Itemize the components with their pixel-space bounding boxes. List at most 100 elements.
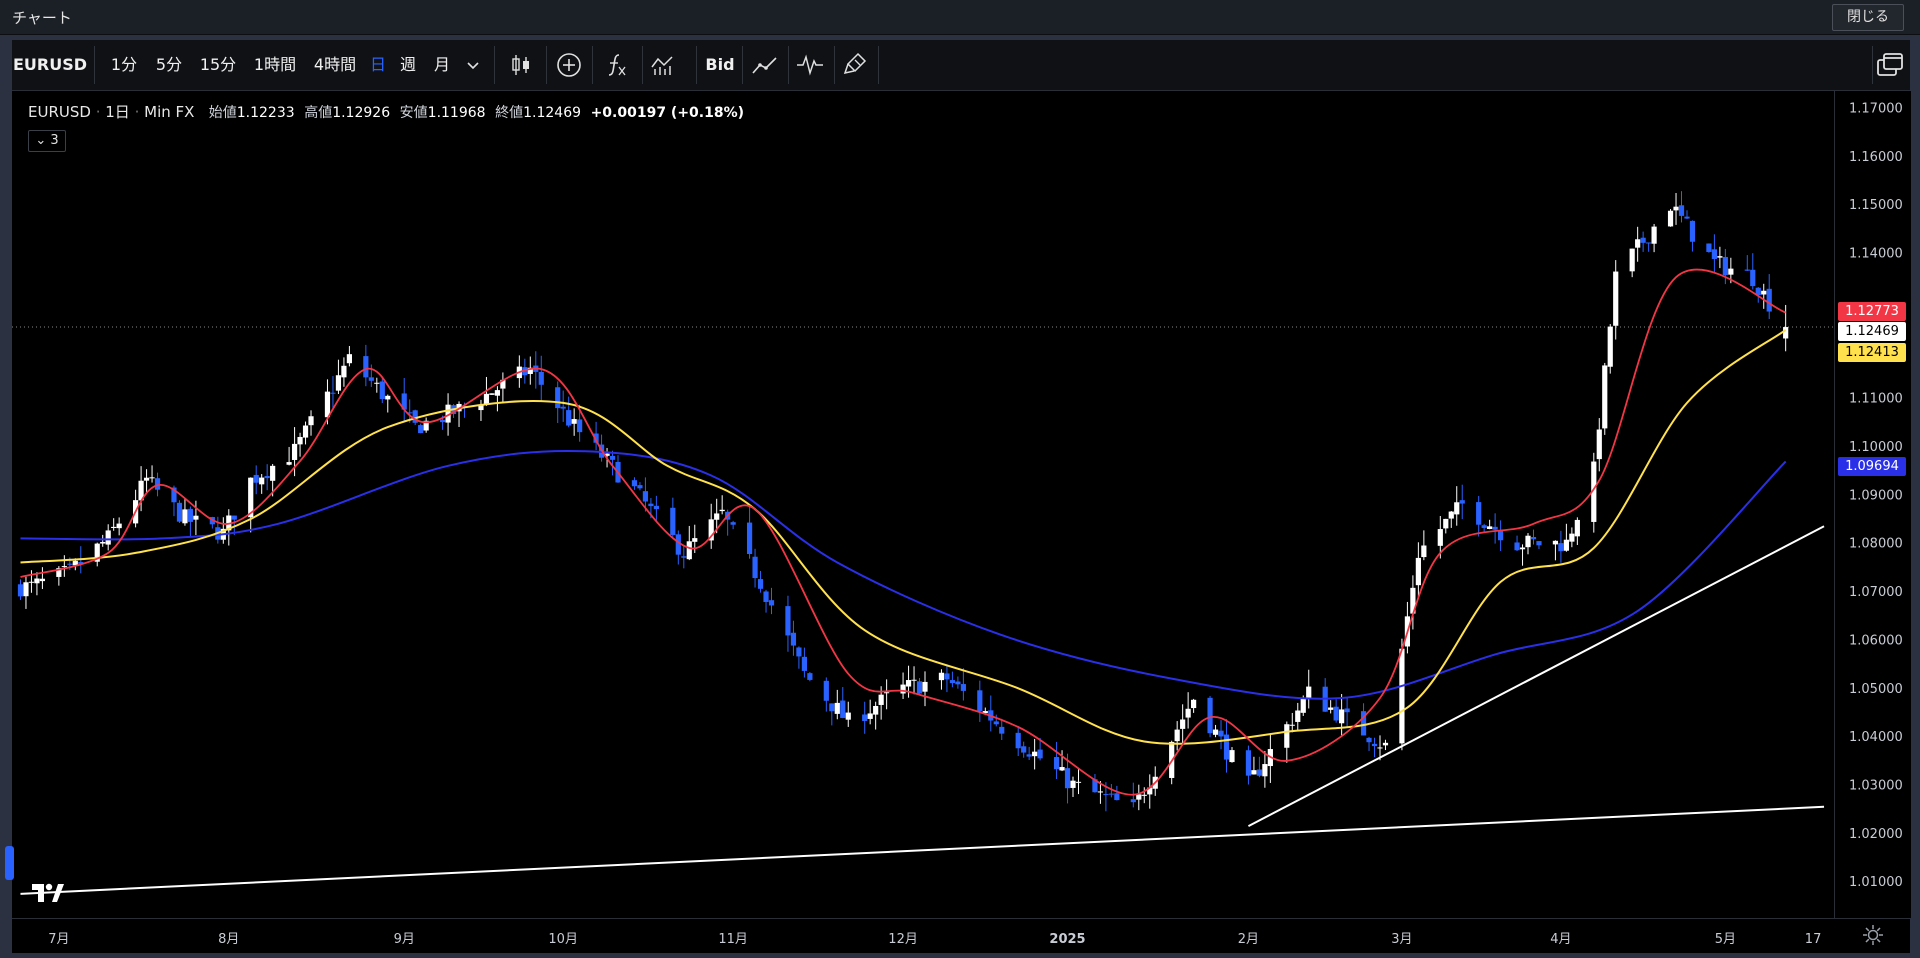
candle-up	[1651, 223, 1657, 253]
candle-body	[730, 522, 736, 525]
price-axis-tick: 1.04000	[1849, 730, 1903, 745]
settings-gear-icon[interactable]	[1862, 924, 1884, 946]
candle-body	[231, 515, 237, 520]
candle-body	[1015, 732, 1021, 749]
time-axis-tick: 3月	[1391, 932, 1412, 947]
candle-down	[637, 482, 643, 491]
candle-body	[1459, 500, 1465, 504]
candle-body	[1262, 764, 1268, 777]
candle-body	[823, 680, 829, 701]
candle-body	[1284, 724, 1290, 748]
candle-body	[193, 515, 199, 520]
price-axis-tick: 1.10000	[1849, 440, 1903, 455]
candle-down	[1092, 774, 1098, 793]
candle-body	[34, 578, 40, 584]
candle-down	[916, 677, 923, 694]
candle-body	[385, 395, 391, 400]
candle-body	[1437, 529, 1443, 546]
candle-up	[1421, 530, 1427, 561]
candle-body	[719, 509, 725, 512]
trendline-1[interactable]	[20, 805, 1825, 895]
candle-up	[1629, 248, 1635, 278]
time-axis-tick: 5月	[1715, 932, 1736, 947]
candle-body	[944, 673, 950, 680]
candle-body	[555, 387, 561, 409]
candle-body	[291, 443, 298, 460]
candle-down	[752, 548, 758, 588]
candle-down	[1750, 253, 1756, 290]
candle-down	[829, 703, 835, 726]
candle-body	[670, 507, 676, 535]
ma-short-price-badge: 1.12773	[1838, 302, 1906, 321]
candle-down	[1053, 741, 1060, 780]
candle-up	[1262, 751, 1268, 788]
legend-symbol: EURUSD	[28, 103, 91, 121]
candle-body	[379, 381, 385, 400]
candle-up	[1673, 193, 1679, 225]
candle-body	[922, 681, 928, 692]
candle-up	[1180, 704, 1186, 745]
candle-up	[149, 465, 155, 483]
candle-body	[960, 684, 966, 691]
candle-down	[1223, 719, 1230, 773]
candle-down	[1514, 535, 1520, 552]
candle-body	[1487, 526, 1493, 530]
candle-up	[1147, 774, 1153, 809]
candle-body	[801, 656, 807, 671]
candle-body	[1728, 268, 1734, 275]
candle-down	[1640, 231, 1646, 252]
candle-up	[489, 393, 495, 395]
price-axis-tick: 1.17000	[1849, 101, 1903, 116]
candle-body	[1295, 710, 1301, 722]
candle-up	[248, 477, 254, 533]
left-panel-handle[interactable]	[5, 846, 14, 880]
candle-body	[878, 694, 884, 705]
candle-body	[1454, 502, 1460, 515]
candle-body	[264, 476, 270, 479]
candle-up	[1295, 702, 1301, 732]
candle-body	[270, 465, 276, 481]
price-axis-tick: 1.07000	[1849, 585, 1903, 600]
candle-body	[905, 680, 912, 687]
candle-body	[1097, 791, 1104, 793]
candle-body	[187, 508, 194, 522]
candle-up	[527, 356, 533, 385]
candle-down	[560, 390, 566, 422]
ma-long-line	[20, 449, 1787, 700]
candle-down	[1711, 234, 1717, 273]
candle-body	[308, 416, 314, 426]
price-axis-tick: 1.06000	[1849, 633, 1903, 648]
candle-body	[1569, 533, 1575, 542]
trendline-2[interactable]	[1247, 525, 1825, 827]
candle-body	[1651, 226, 1657, 244]
candle-down	[187, 506, 194, 538]
candle-body	[1108, 793, 1114, 795]
legend-change: +0.00197 (+0.18%)	[590, 105, 745, 121]
candle-body	[286, 462, 292, 465]
candle-body	[714, 513, 720, 520]
candle-body	[176, 502, 183, 522]
tradingview-logo	[32, 883, 64, 902]
candle-body	[1141, 794, 1147, 796]
candle-body	[1711, 249, 1717, 259]
candle-body	[1229, 750, 1235, 763]
candle-body	[862, 714, 868, 722]
candle-body	[111, 526, 117, 528]
candle-body	[17, 584, 24, 597]
candle-up	[494, 386, 501, 412]
candle-body	[867, 713, 873, 719]
candle-body	[752, 556, 758, 579]
candle-body	[182, 509, 188, 524]
candle-up	[1454, 486, 1460, 526]
candle-body	[1640, 237, 1646, 243]
candle-body	[39, 578, 46, 582]
candle-body	[1667, 210, 1674, 227]
candle-body	[1328, 707, 1334, 710]
candle-body	[1399, 648, 1405, 744]
candle-body	[61, 566, 67, 568]
candle-down	[1476, 495, 1482, 537]
candle-body	[28, 581, 35, 583]
indicator-toggle[interactable]: ⌄ 3	[28, 130, 66, 152]
candle-up	[374, 377, 380, 393]
candle-down	[801, 647, 807, 678]
